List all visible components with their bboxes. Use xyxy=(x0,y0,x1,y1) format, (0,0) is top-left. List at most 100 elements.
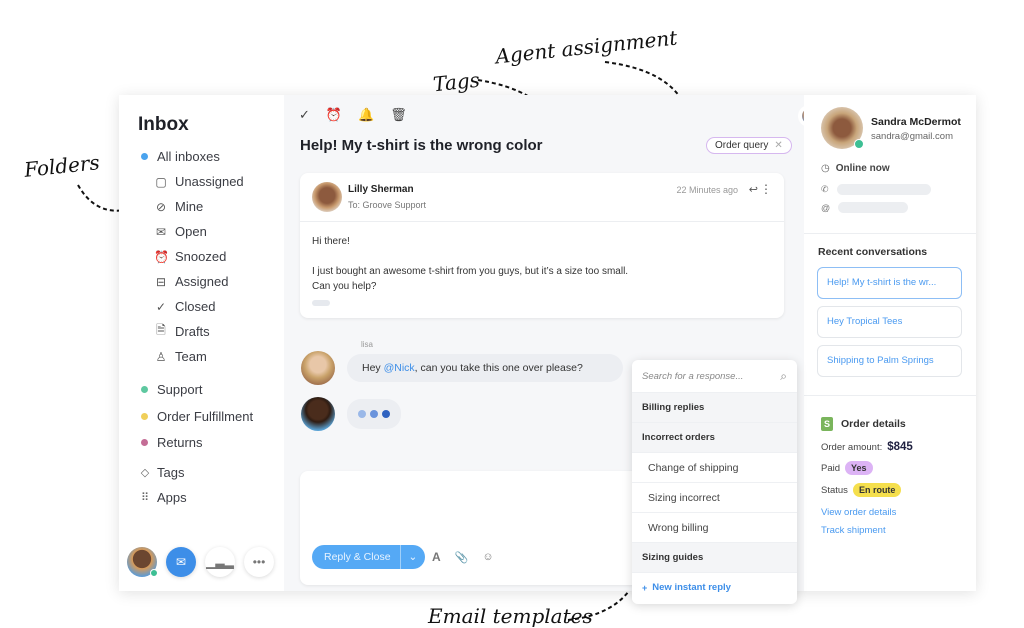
sidebar-item-label: Support xyxy=(157,382,203,397)
recent-conversation-item[interactable]: Shipping to Palm Springs xyxy=(817,345,962,377)
text-format-icon[interactable]: A xyxy=(432,550,441,564)
person-icon: ♙ xyxy=(155,349,167,364)
annotation-email-templates: Email templates xyxy=(428,604,593,628)
sidebar-item-returns[interactable]: Returns xyxy=(139,429,279,456)
typing-dot xyxy=(370,410,378,418)
template-item[interactable]: Sizing incorrect xyxy=(632,482,797,512)
sidebar-item-closed[interactable]: ✓ Closed xyxy=(139,294,279,319)
search-placeholder: Search for a response... xyxy=(642,370,744,382)
more-nav-button[interactable]: ••• xyxy=(244,547,274,577)
divider xyxy=(804,233,976,234)
template-group[interactable]: Incorrect orders xyxy=(632,422,797,452)
response-search-input[interactable]: Search for a response... ⌕ xyxy=(632,360,797,392)
recent-conversation-item[interactable]: Help! My t-shirt is the wr... xyxy=(817,267,962,299)
follow-button[interactable]: 🔔 xyxy=(358,107,374,123)
sidebar-item-all-inboxes[interactable]: All inboxes xyxy=(139,144,279,169)
note-author: lisa xyxy=(361,340,374,349)
checkmark-icon: ✓ xyxy=(299,107,310,122)
instant-replies-dropdown: Search for a response... ⌕ Billing repli… xyxy=(632,360,797,604)
snooze-button[interactable]: ⏰ xyxy=(326,107,342,123)
sidebar-item-unassigned[interactable]: ▢ Unassigned xyxy=(139,169,279,194)
track-shipment-link[interactable]: Track shipment xyxy=(821,525,886,536)
reply-close-button[interactable]: Reply & Close ⌄ xyxy=(312,545,426,569)
order-fulfillment-dot-icon xyxy=(141,412,148,420)
email-line: Hi there! xyxy=(312,236,350,247)
alarm-clock-icon: ⏰ xyxy=(154,249,169,264)
typing-indicator xyxy=(347,399,401,429)
folders-arrow xyxy=(77,184,126,212)
bell-icon: 🔔 xyxy=(358,107,375,122)
sidebar-item-label: Tags xyxy=(157,465,185,480)
plus-icon: + xyxy=(642,582,648,593)
sidebar-item-label: Unassigned xyxy=(175,174,244,189)
reply-close-label: Reply & Close xyxy=(312,545,401,569)
paid-row: Paid Yes xyxy=(821,461,873,475)
delete-button[interactable]: 🗑 xyxy=(390,107,407,123)
sidebar-item-order-fulfillment[interactable]: Order Fulfillment xyxy=(139,403,279,429)
remove-tag-icon[interactable]: ✕ xyxy=(774,140,782,151)
template-group[interactable]: Billing replies xyxy=(632,392,797,422)
typing-dot xyxy=(358,410,366,418)
sidebar-item-open[interactable]: ✉ Open xyxy=(139,219,279,244)
reports-nav-button[interactable]: ▁▃▂ xyxy=(205,547,235,577)
emoji-icon[interactable]: ☺ xyxy=(482,551,493,563)
conversation-tag[interactable]: Order query ✕ xyxy=(706,137,792,154)
apps-grid-icon: ⠿ xyxy=(140,492,150,504)
chat-bubble-icon: ▢ xyxy=(155,174,167,189)
show-more-button[interactable] xyxy=(312,300,330,306)
sidebar-item-mine[interactable]: ⊘ Mine xyxy=(139,194,279,219)
order-amount-row: Order amount: $845 xyxy=(821,441,913,453)
new-instant-reply-button[interactable]: + New instant reply xyxy=(632,572,797,602)
sidebar-item-label: Order Fulfillment xyxy=(157,408,254,424)
annotation-agent-assignment: Agent assignment xyxy=(494,25,679,69)
app-window: Inbox All inboxes ▢ Unassigned ⊘ Mine ✉ Ope… xyxy=(119,95,976,591)
reply-icon[interactable]: ↩ xyxy=(749,183,758,196)
sidebar-item-label: Open xyxy=(175,224,207,239)
sidebar-item-label: Drafts xyxy=(175,324,210,339)
template-group[interactable]: Sizing guides xyxy=(632,542,797,572)
sidebar-item-tags[interactable]: ◇ Tags xyxy=(139,460,279,485)
recent-conversation-item[interactable]: Hey Tropical Tees xyxy=(817,306,962,338)
annotation-folders: Folders xyxy=(22,150,101,182)
email-body: Hi there! I just bought an awesome t-shi… xyxy=(300,222,784,323)
sidebar-item-label: All inboxes xyxy=(157,149,220,164)
phone-row: ✆ xyxy=(821,184,931,195)
sidebar-item-label: Assigned xyxy=(175,274,229,289)
user-avatar[interactable] xyxy=(127,547,158,577)
inbox-nav-button[interactable]: ✉ xyxy=(166,547,196,577)
online-status-label: Online now xyxy=(835,163,890,174)
recipient: To: Groove Support xyxy=(348,200,427,210)
typing-dot xyxy=(382,410,390,418)
sidebar-item-drafts[interactable]: 🗎 Drafts xyxy=(139,319,279,344)
sidebar-item-label: Closed xyxy=(175,299,216,314)
kebab-menu-icon[interactable]: ⋮ xyxy=(760,182,772,196)
paperclip-icon[interactable]: 📎 xyxy=(455,551,469,564)
more-dots-icon: ••• xyxy=(252,555,266,569)
sidebar-item-snoozed[interactable]: ⏰ Snoozed xyxy=(139,244,279,269)
chevron-down-icon[interactable]: ⌄ xyxy=(401,551,426,563)
status-badge: En route xyxy=(852,483,902,497)
sidebar-item-label: Returns xyxy=(157,435,203,450)
sidebar-item-label: Snoozed xyxy=(175,249,227,264)
email-line: Can you help? xyxy=(312,281,377,292)
returns-dot-icon xyxy=(141,439,148,446)
sidebar-item-support[interactable]: Support xyxy=(139,376,279,403)
conversation-toolbar: ✓ ⏰ 🔔 🗑 xyxy=(299,107,407,123)
order-amount-value: $845 xyxy=(887,441,913,453)
close-conversation-button[interactable]: ✓ xyxy=(299,107,310,123)
sidebar-item-team[interactable]: ♙ Team xyxy=(139,344,279,369)
sidebar-item-assigned[interactable]: ⊟ Assigned xyxy=(139,269,279,294)
template-item[interactable]: Change of shipping xyxy=(632,452,797,482)
mention-link[interactable]: @Nick xyxy=(384,362,415,374)
note-text: Hey xyxy=(362,362,384,374)
email-message: Lilly Sherman To: Groove Support 22 Minu… xyxy=(300,173,784,318)
sidebar-item-apps[interactable]: ⠿ Apps xyxy=(139,485,279,510)
contact-avatar xyxy=(821,107,864,149)
template-item[interactable]: Wrong billing xyxy=(632,512,797,542)
clock-icon: ◷ xyxy=(821,163,830,174)
view-order-details-link[interactable]: View order details xyxy=(821,507,896,518)
alarm-clock-icon: ⏰ xyxy=(325,107,343,122)
trash-icon: 🗑 xyxy=(390,107,407,122)
status-row: Status En route xyxy=(821,483,902,497)
annotation-tags: Tags xyxy=(431,67,481,97)
